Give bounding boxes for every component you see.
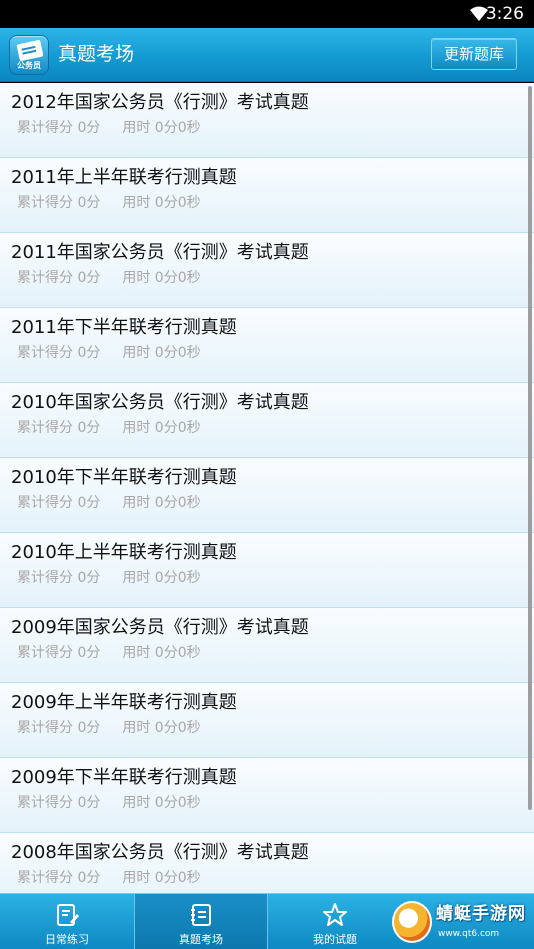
exam-title: 2011年上半年联考行测真题 — [11, 167, 237, 188]
exam-stats: 累计得分 0分 用时 0分0秒 — [17, 418, 201, 438]
exam-list[interactable]: 2012年国家公务员《行测》考试真题 累计得分 0分 用时 0分0秒 2011年上半年… — [0, 83, 534, 893]
exam-time: 用时 0分0秒 — [122, 345, 201, 361]
star-icon — [322, 902, 348, 928]
exam-time: 用时 0分0秒 — [122, 270, 201, 286]
watermark-url: www.qt6.com — [438, 929, 500, 939]
notebook-icon — [188, 902, 214, 928]
exam-title: 2010年国家公务员《行测》考试真题 — [11, 392, 309, 413]
tab-edit-note[interactable]: 日常练习 — [0, 894, 134, 949]
list-scrollbar[interactable] — [528, 86, 532, 810]
exam-list-item[interactable]: 2009年国家公务员《行测》考试真题累计得分 0分 用时 0分0秒 — [0, 608, 534, 683]
exam-list-item[interactable]: 2011年下半年联考行测真题累计得分 0分 用时 0分0秒 — [0, 308, 534, 383]
exam-stats: 累计得分 0分 用时 0分0秒 — [17, 568, 201, 588]
bird-logo-icon — [392, 901, 432, 943]
card-icon — [16, 39, 44, 62]
exam-title: 2008年国家公务员《行测》考试真题 — [11, 842, 309, 863]
watermark: 蜻蜓手游网 www.qt6.com — [390, 897, 532, 947]
exam-stats: 累计得分 0分 用时 0分0秒 — [17, 343, 201, 363]
exam-list-item[interactable]: 2010年下半年联考行测真题累计得分 0分 用时 0分0秒 — [0, 458, 534, 533]
exam-score: 累计得分 0分 — [17, 195, 101, 211]
exam-time: 用时 0分0秒 — [122, 495, 201, 511]
exam-score: 累计得分 0分 — [17, 720, 101, 736]
exam-list-item[interactable]: 2009年上半年联考行测真题累计得分 0分 用时 0分0秒 — [0, 683, 534, 758]
exam-score: 累计得分 0分 — [17, 345, 101, 361]
exam-title: 2010年上半年联考行测真题 — [11, 542, 237, 563]
app-header: 公务员 真题考场 更新题库 — [0, 28, 534, 82]
exam-stats: 累计得分 0分 用时 0分0秒 — [17, 643, 201, 663]
page-title: 真题考场 — [58, 43, 135, 65]
tab-label: 我的试题 — [313, 933, 357, 946]
exam-title: 2011年下半年联考行测真题 — [11, 317, 237, 338]
exam-stats: 累计得分 0分 用时 0分0秒 — [17, 793, 201, 813]
exam-stats: 累计得分 0分 用时 0分0秒 — [17, 118, 201, 138]
watermark-title: 蜻蜓手游网 — [436, 904, 526, 924]
exam-title: 2011年国家公务员《行测》考试真题 — [11, 242, 309, 263]
exam-time: 用时 0分0秒 — [122, 570, 201, 586]
exam-list-item[interactable]: 2009年下半年联考行测真题累计得分 0分 用时 0分0秒 — [0, 758, 534, 833]
exam-list-item[interactable]: 2008年国家公务员《行测》考试真题累计得分 0分 用时 0分0秒 — [0, 833, 534, 893]
exam-title: 2009年上半年联考行测真题 — [11, 692, 237, 713]
status-bar: 3:26 — [0, 0, 534, 28]
edit-note-icon — [54, 902, 80, 928]
exam-stats: 累计得分 0分 用时 0分0秒 — [17, 868, 201, 888]
update-question-bank-button[interactable]: 更新题库 — [431, 38, 517, 70]
exam-title: 2009年下半年联考行测真题 — [11, 767, 237, 788]
exam-stats: 累计得分 0分 用时 0分0秒 — [17, 193, 201, 213]
exam-time: 用时 0分0秒 — [122, 720, 201, 736]
exam-score: 累计得分 0分 — [17, 120, 101, 136]
exam-score: 累计得分 0分 — [17, 570, 101, 586]
exam-score: 累计得分 0分 — [17, 870, 101, 886]
exam-time: 用时 0分0秒 — [122, 645, 201, 661]
exam-score: 累计得分 0分 — [17, 270, 101, 286]
tab-star[interactable]: 我的试题 — [268, 894, 402, 949]
tab-label: 日常练习 — [45, 933, 89, 946]
tab-label: 真题考场 — [179, 933, 223, 946]
exam-time: 用时 0分0秒 — [122, 870, 201, 886]
exam-time: 用时 0分0秒 — [122, 195, 201, 211]
exam-list-item[interactable]: 2012年国家公务员《行测》考试真题累计得分 0分 用时 0分0秒 — [0, 83, 534, 158]
exam-list-item[interactable]: 2011年国家公务员《行测》考试真题累计得分 0分 用时 0分0秒 — [0, 233, 534, 308]
tab-notebook[interactable]: 真题考场 — [134, 894, 268, 949]
exam-list-item[interactable]: 2010年国家公务员《行测》考试真题累计得分 0分 用时 0分0秒 — [0, 383, 534, 458]
app-logo: 公务员 — [9, 35, 49, 75]
exam-list-item[interactable]: 2011年上半年联考行测真题累计得分 0分 用时 0分0秒 — [0, 158, 534, 233]
exam-score: 累计得分 0分 — [17, 495, 101, 511]
exam-time: 用时 0分0秒 — [122, 420, 201, 436]
exam-stats: 累计得分 0分 用时 0分0秒 — [17, 268, 201, 288]
status-time: 3:26 — [485, 4, 524, 24]
exam-stats: 累计得分 0分 用时 0分0秒 — [17, 718, 201, 738]
logo-text: 公务员 — [17, 61, 41, 70]
exam-title: 2009年国家公务员《行测》考试真题 — [11, 617, 309, 638]
exam-score: 累计得分 0分 — [17, 645, 101, 661]
exam-score: 累计得分 0分 — [17, 420, 101, 436]
exam-time: 用时 0分0秒 — [122, 795, 201, 811]
exam-list-item[interactable]: 2010年上半年联考行测真题累计得分 0分 用时 0分0秒 — [0, 533, 534, 608]
exam-title: 2010年下半年联考行测真题 — [11, 467, 237, 488]
exam-title: 2012年国家公务员《行测》考试真题 — [11, 92, 309, 113]
exam-stats: 累计得分 0分 用时 0分0秒 — [17, 493, 201, 513]
exam-time: 用时 0分0秒 — [122, 120, 201, 136]
exam-score: 累计得分 0分 — [17, 795, 101, 811]
